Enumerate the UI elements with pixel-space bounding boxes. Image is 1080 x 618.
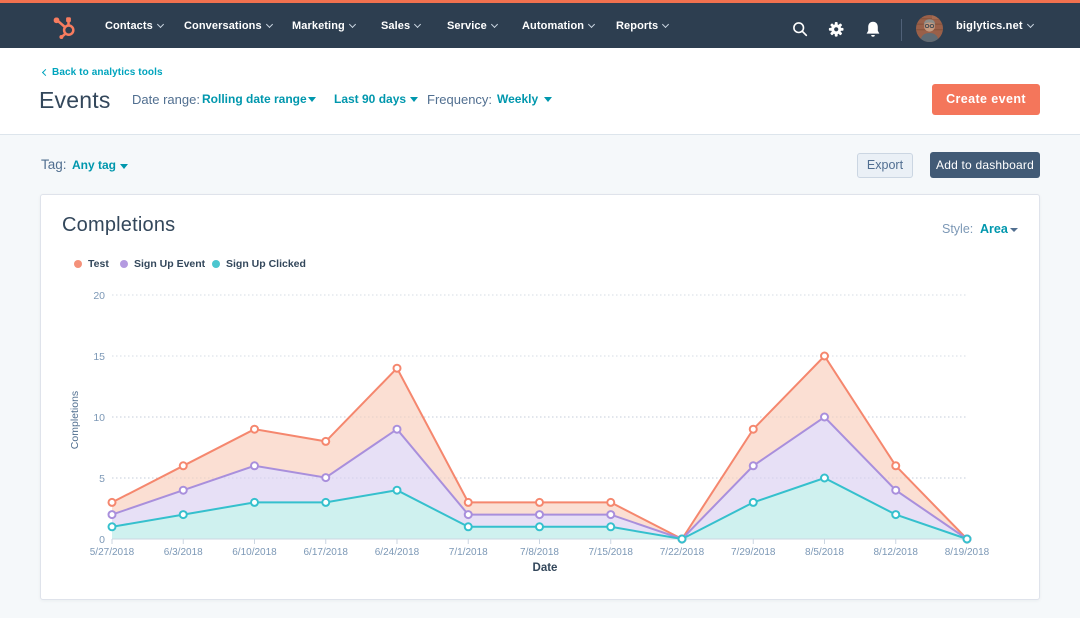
svg-text:6/10/2018: 6/10/2018 [232,547,277,558]
svg-text:15: 15 [93,351,105,363]
svg-text:20: 20 [93,290,105,302]
svg-text:7/15/2018: 7/15/2018 [589,547,634,558]
svg-text:8/5/2018: 8/5/2018 [805,547,844,558]
svg-text:10: 10 [93,412,105,424]
svg-text:8/12/2018: 8/12/2018 [874,547,919,558]
svg-text:Completions: Completions [69,391,81,449]
svg-text:7/29/2018: 7/29/2018 [731,547,776,558]
svg-text:Date: Date [533,562,558,574]
svg-text:8/19/2018: 8/19/2018 [945,547,990,558]
svg-text:7/22/2018: 7/22/2018 [660,547,705,558]
svg-text:5/27/2018: 5/27/2018 [90,547,135,558]
svg-text:6/17/2018: 6/17/2018 [304,547,349,558]
svg-text:5: 5 [99,473,105,485]
svg-text:0: 0 [99,534,105,546]
svg-text:7/1/2018: 7/1/2018 [449,547,488,558]
svg-text:6/24/2018: 6/24/2018 [375,547,420,558]
svg-text:6/3/2018: 6/3/2018 [164,547,203,558]
svg-text:7/8/2018: 7/8/2018 [520,547,559,558]
